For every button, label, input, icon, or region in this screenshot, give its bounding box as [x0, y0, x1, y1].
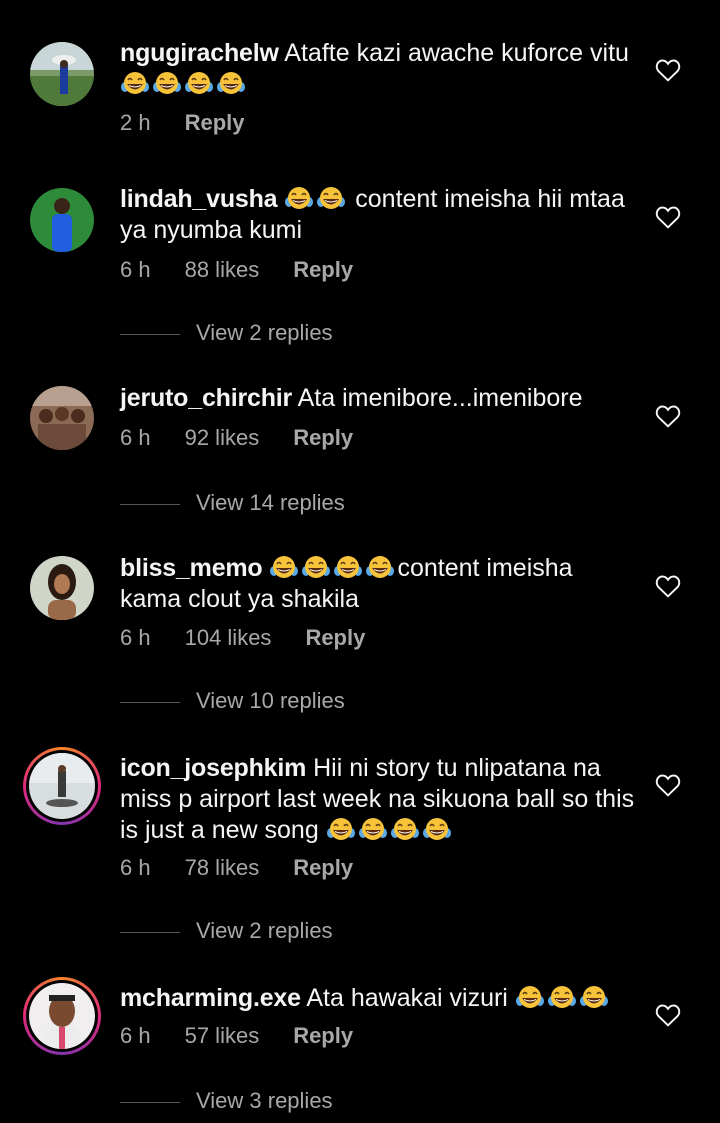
comment-text: jeruto_chirchir Ata imenibore...imenibor…	[120, 383, 640, 414]
tears-of-joy-emoji-icon	[515, 985, 545, 1009]
comment-text: icon_josephkim Hii ni story tu nlipatana…	[120, 753, 640, 846]
emoji-group	[269, 554, 397, 582]
emoji-group	[120, 70, 248, 98]
heart-icon[interactable]	[655, 404, 681, 428]
tears-of-joy-emoji-icon	[365, 555, 395, 579]
tears-of-joy-emoji-icon	[120, 71, 150, 95]
comment-text: ngugirachelw Atafte kazi awache kuforce …	[120, 38, 640, 100]
emoji-group	[326, 816, 454, 844]
reply-button[interactable]: Reply	[305, 625, 365, 650]
replies-divider	[120, 701, 180, 703]
comment-username[interactable]: icon_josephkim	[120, 754, 306, 782]
emoji-group	[284, 185, 348, 213]
tears-of-joy-emoji-icon	[216, 71, 246, 95]
tears-of-joy-emoji-icon	[422, 817, 452, 841]
view-replies-button[interactable]: View 3 replies	[120, 1088, 333, 1114]
comments-feed: ngugirachelw Atafte kazi awache kuforce …	[0, 0, 720, 1123]
comment-username[interactable]: ngugirachelw	[120, 39, 279, 67]
heart-icon[interactable]	[655, 58, 681, 82]
comment-meta: 6 h 104 likes Reply	[120, 625, 399, 651]
view-replies-button[interactable]: View 2 replies	[120, 918, 333, 944]
heart-icon[interactable]	[655, 205, 681, 229]
comment-time: 6 h	[120, 425, 151, 450]
heart-icon[interactable]	[655, 1003, 681, 1027]
avatar[interactable]	[30, 188, 94, 252]
comment-username[interactable]: jeruto_chirchir	[120, 384, 292, 412]
tears-of-joy-emoji-icon	[547, 985, 577, 1009]
comment-body: Ata imenibore...imenibore	[292, 384, 583, 412]
comment-time: 6 h	[120, 855, 151, 880]
comment-time: 6 h	[120, 625, 151, 650]
view-replies-button[interactable]: View 14 replies	[120, 490, 345, 516]
avatar[interactable]	[30, 42, 94, 106]
reply-button[interactable]: Reply	[185, 110, 245, 135]
like-count[interactable]: 104 likes	[185, 625, 272, 650]
comment-username[interactable]: mcharming.exe	[120, 984, 301, 1012]
comment-body: Ata hawakai vizuri	[300, 984, 515, 1012]
comment-text: lindah_vusha content imeisha hii mtaa ya…	[120, 184, 640, 246]
tears-of-joy-emoji-icon	[184, 71, 214, 95]
heart-icon[interactable]	[655, 574, 681, 598]
reply-button[interactable]: Reply	[293, 1023, 353, 1048]
avatar	[29, 753, 95, 819]
comment-username[interactable]: lindah_vusha	[120, 185, 278, 213]
reply-button[interactable]: Reply	[293, 855, 353, 880]
tears-of-joy-emoji-icon	[333, 555, 363, 579]
tears-of-joy-emoji-icon	[301, 555, 331, 579]
comment-meta: 6 h 57 likes Reply	[120, 1023, 387, 1049]
replies-divider	[120, 503, 180, 505]
reply-button[interactable]: Reply	[293, 425, 353, 450]
tears-of-joy-emoji-icon	[269, 555, 299, 579]
comment-text: mcharming.exe Ata hawakai vizuri	[120, 983, 640, 1014]
comment-time: 6 h	[120, 257, 151, 282]
tears-of-joy-emoji-icon	[579, 985, 609, 1009]
comment-time: 6 h	[120, 1023, 151, 1048]
heart-icon[interactable]	[655, 773, 681, 797]
view-replies-button[interactable]: View 10 replies	[120, 688, 345, 714]
replies-divider	[120, 1101, 180, 1103]
like-count[interactable]: 57 likes	[185, 1023, 260, 1048]
tears-of-joy-emoji-icon	[152, 71, 182, 95]
comment-body: Atafte kazi awache kuforce vitu	[278, 39, 629, 67]
replies-divider	[120, 931, 180, 933]
comment-time: 2 h	[120, 110, 151, 135]
comment-meta: 2 h Reply	[120, 110, 279, 136]
reply-button[interactable]: Reply	[293, 257, 353, 282]
emoji-group	[515, 984, 611, 1012]
comment-meta: 6 h 78 likes Reply	[120, 855, 387, 881]
avatar-story-ring[interactable]	[23, 747, 101, 825]
comment-username[interactable]: bliss_memo	[120, 554, 263, 582]
comment-meta: 6 h 92 likes Reply	[120, 425, 387, 451]
tears-of-joy-emoji-icon	[284, 186, 314, 210]
comment-text: bliss_memo content imeisha kama clout ya…	[120, 553, 640, 615]
like-count[interactable]: 78 likes	[185, 855, 260, 880]
avatar[interactable]	[30, 556, 94, 620]
avatar-story-ring[interactable]	[23, 977, 101, 1055]
tears-of-joy-emoji-icon	[358, 817, 388, 841]
like-count[interactable]: 92 likes	[185, 425, 260, 450]
like-count[interactable]: 88 likes	[185, 257, 260, 282]
comment-meta: 6 h 88 likes Reply	[120, 257, 387, 283]
tears-of-joy-emoji-icon	[316, 186, 346, 210]
tears-of-joy-emoji-icon	[390, 817, 420, 841]
replies-divider	[120, 333, 180, 335]
tears-of-joy-emoji-icon	[326, 817, 356, 841]
view-replies-button[interactable]: View 2 replies	[120, 320, 333, 346]
avatar	[29, 983, 95, 1049]
avatar[interactable]	[30, 386, 94, 450]
